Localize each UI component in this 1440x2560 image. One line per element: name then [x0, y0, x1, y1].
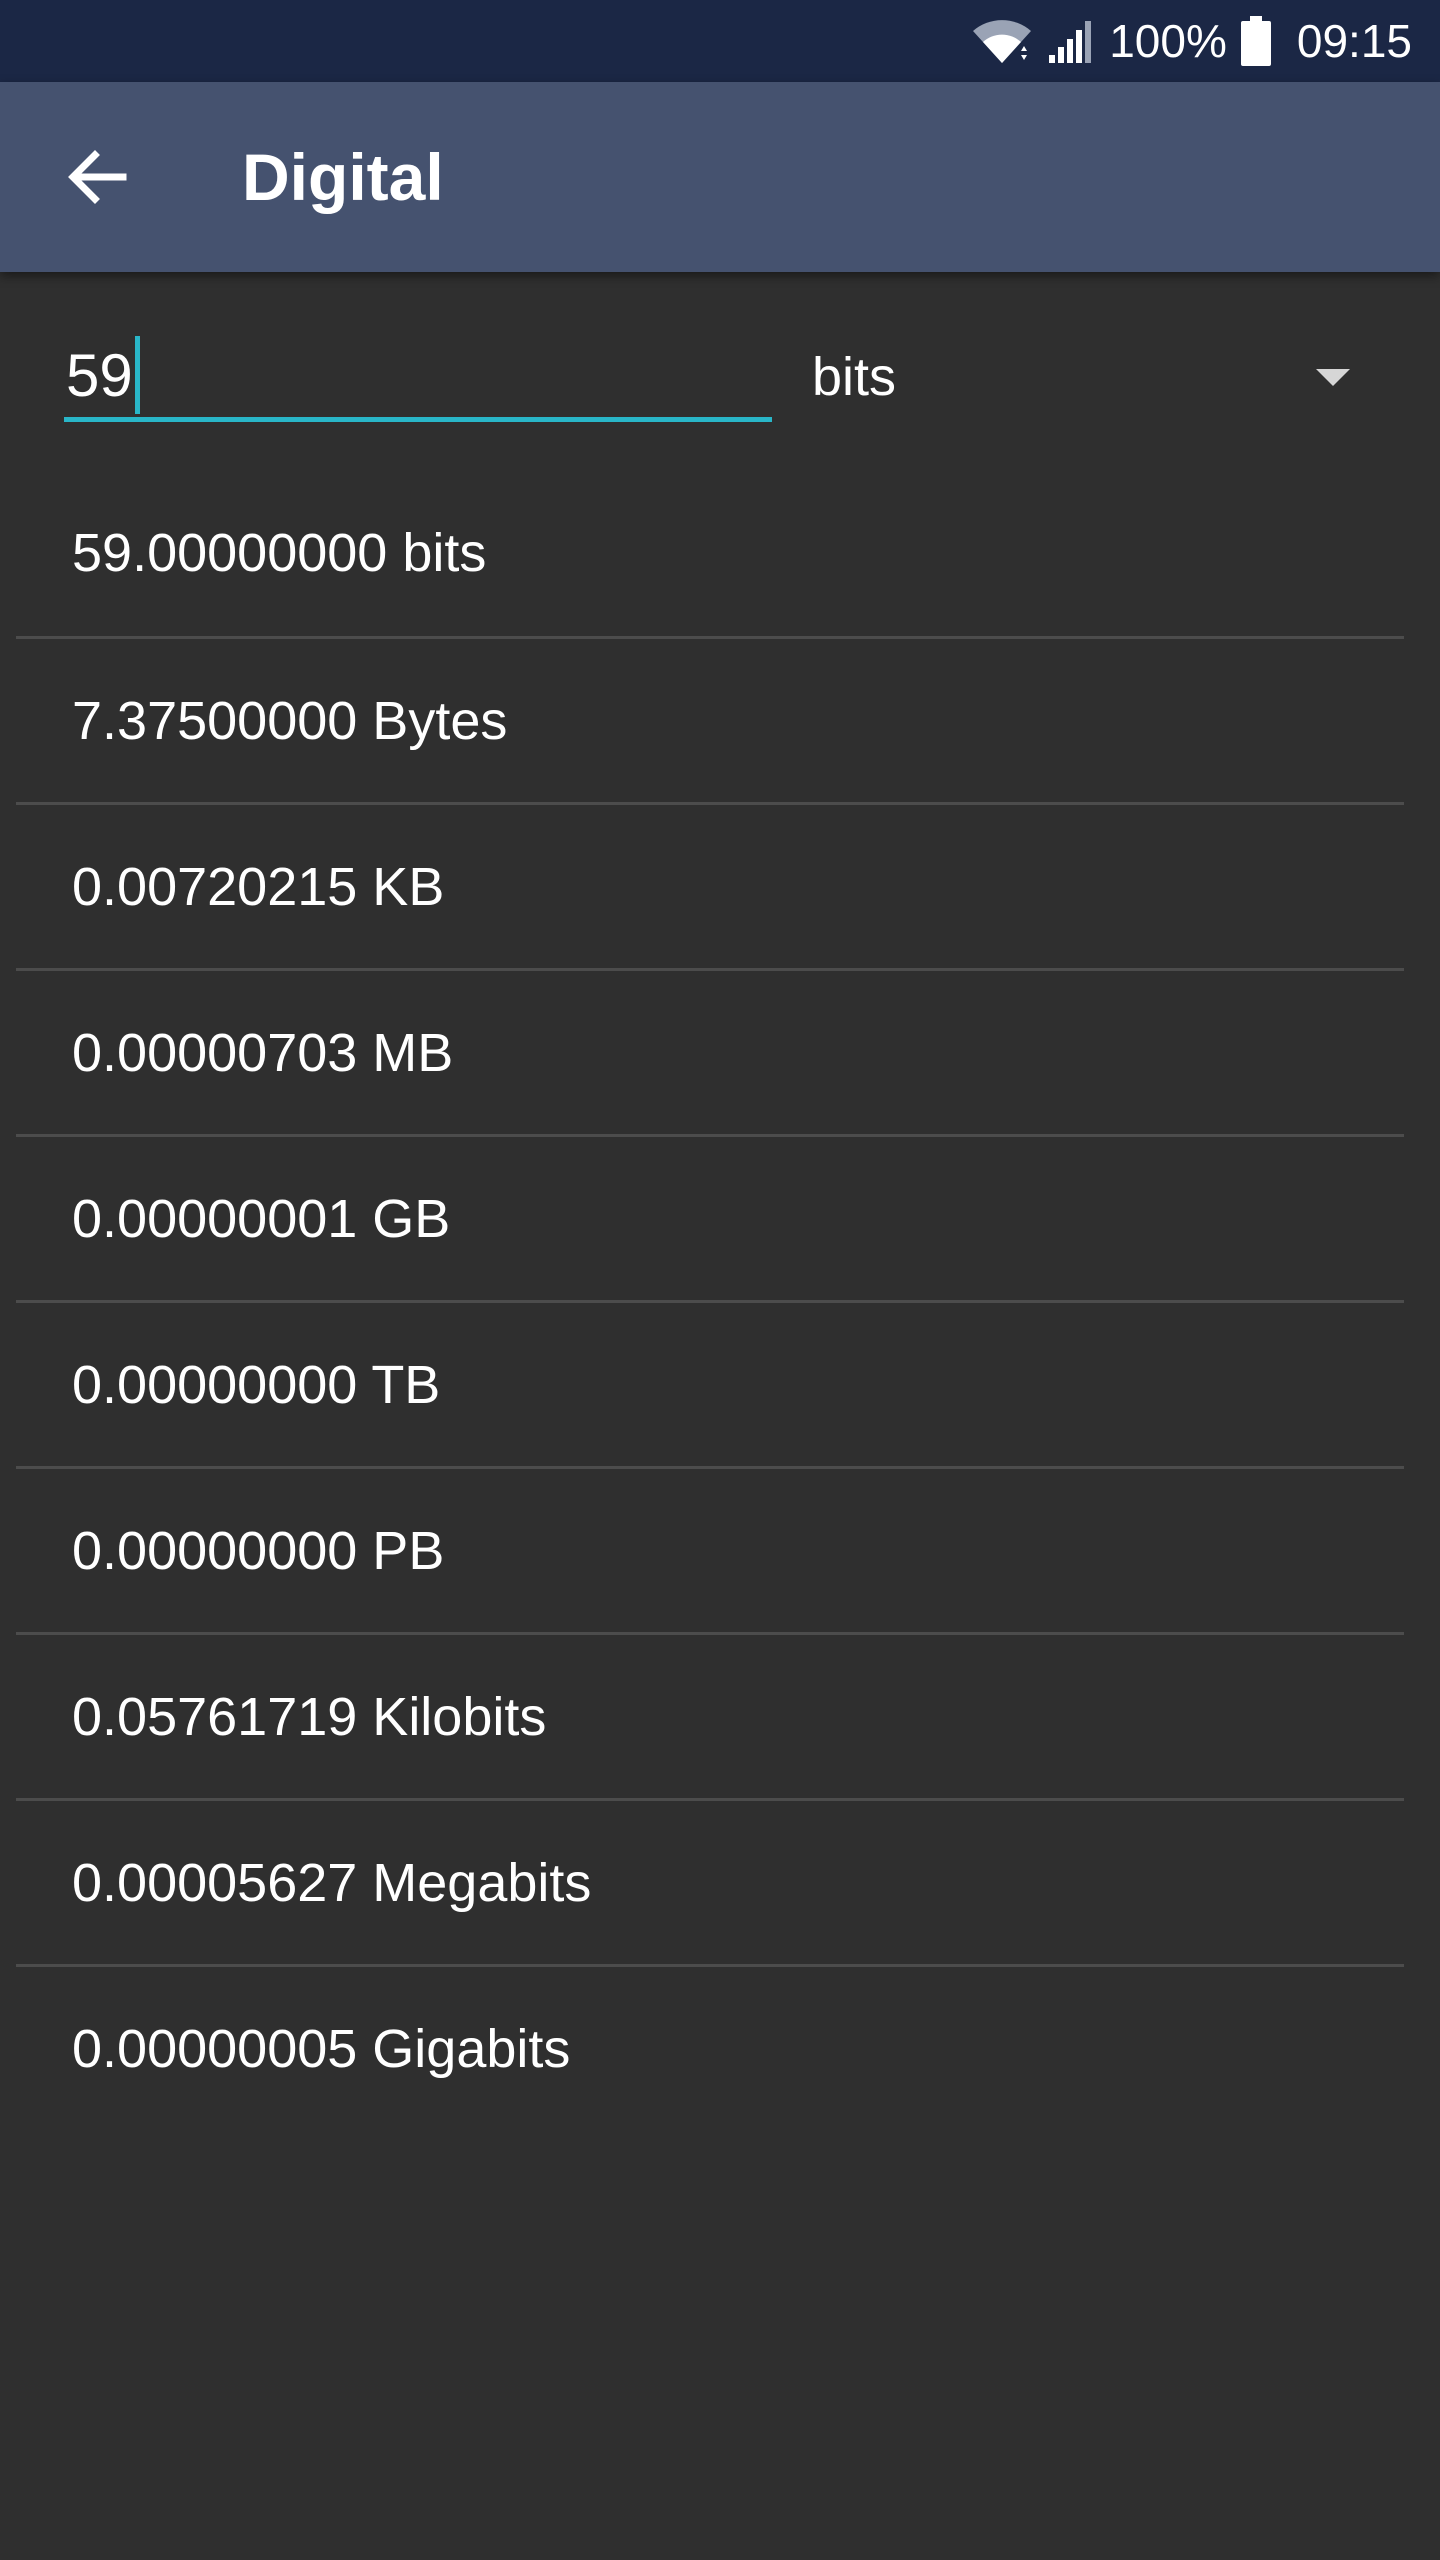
result-text: 0.00005627 Megabits — [72, 1852, 592, 1913]
result-item-tb[interactable]: 0.00000000 TB — [16, 1300, 1404, 1466]
status-time: 09:15 — [1296, 15, 1412, 67]
result-item-kilobits[interactable]: 0.05761719 Kilobits — [16, 1632, 1404, 1798]
result-item-pb[interactable]: 0.00000000 PB — [16, 1466, 1404, 1632]
back-button[interactable] — [42, 122, 152, 232]
app-bar: Digital — [0, 82, 1440, 272]
battery-icon — [1240, 16, 1271, 66]
result-item-gb[interactable]: 0.00000001 GB — [16, 1134, 1404, 1300]
dropdown-arrow-icon — [1316, 368, 1350, 386]
result-text: 0.00000000 TB — [72, 1354, 441, 1415]
result-item-bits[interactable]: 59.00000000 bits — [16, 470, 1404, 636]
status-bar: 100% 09:15 — [0, 0, 1440, 82]
result-item-megabits[interactable]: 0.00005627 Megabits — [16, 1798, 1404, 1964]
result-text: 0.00000005 Gigabits — [72, 2018, 571, 2079]
battery-percent: 100% — [1109, 15, 1227, 67]
result-text: 7.37500000 Bytes — [72, 690, 508, 751]
value-input[interactable]: 59 — [66, 336, 766, 414]
unit-dropdown-value: bits — [812, 347, 897, 407]
page-title: Digital — [242, 140, 444, 214]
result-item-gigabits[interactable]: 0.00000005 Gigabits — [16, 1964, 1404, 2130]
value-input-text: 59 — [66, 341, 133, 409]
unit-dropdown[interactable]: bits — [812, 332, 1382, 422]
result-item-bytes[interactable]: 7.37500000 Bytes — [16, 636, 1404, 802]
result-text: 0.00000703 MB — [72, 1022, 454, 1083]
result-text: 0.05761719 Kilobits — [72, 1686, 547, 1747]
text-caret — [134, 336, 140, 414]
back-arrow-icon — [68, 150, 127, 204]
result-text: 0.00720215 KB — [72, 856, 445, 917]
wifi-icon — [971, 17, 1033, 65]
converter-input-row: 59 bits — [0, 272, 1440, 472]
result-text: 59.00000000 bits — [72, 523, 487, 583]
result-text: 0.00000000 PB — [72, 1520, 445, 1581]
conversion-results-list: 59.00000000 bits 7.37500000 Bytes 0.0072… — [0, 470, 1440, 2130]
result-text: 0.00000001 GB — [72, 1188, 451, 1249]
result-item-kb[interactable]: 0.00720215 KB — [16, 802, 1404, 968]
value-input-field[interactable]: 59 — [64, 332, 772, 422]
signal-icon — [1047, 17, 1095, 65]
result-item-mb[interactable]: 0.00000703 MB — [16, 968, 1404, 1134]
